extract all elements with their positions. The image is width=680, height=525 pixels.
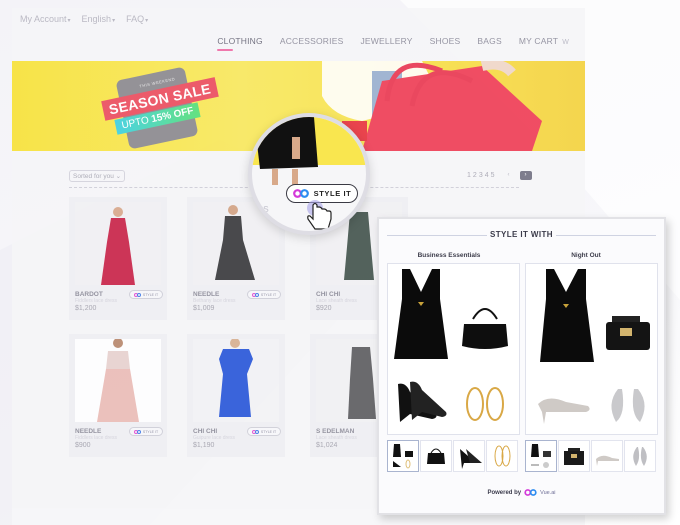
look-title: Business Essentials: [417, 252, 481, 259]
nav-accessories[interactable]: ACCESSORIES: [280, 36, 344, 46]
vue-logo-icon: [251, 292, 259, 297]
nav-jewellery[interactable]: JEWELLERY: [360, 36, 412, 46]
style-it-with-panel: STYLE IT WITH Business Essentials Night …: [377, 217, 666, 515]
studded-crossbody-bag-icon: [606, 316, 650, 350]
black-handbag-icon: [462, 308, 508, 349]
look-night-out[interactable]: [525, 263, 658, 435]
page-4[interactable]: 4: [485, 172, 489, 179]
product-name: CHI CHI: [193, 428, 218, 435]
language-menu[interactable]: English: [82, 14, 116, 24]
product-subtitle: Lace sheath dress: [316, 298, 357, 304]
style-it-button[interactable]: STYLE IT: [129, 290, 163, 299]
black-dress-icon: [394, 269, 448, 359]
my-account-menu[interactable]: My Account: [20, 14, 71, 24]
product-subtitle: Fiddlers lace dress: [75, 298, 117, 304]
product-card[interactable]: NEEDLE Fiddlers lace dress $900 STYLE IT: [69, 334, 167, 457]
product-price: $1,190: [193, 442, 215, 449]
black-pumps-icon: [398, 381, 447, 422]
page-3[interactable]: 3: [479, 172, 483, 179]
page-2[interactable]: 2: [473, 172, 477, 179]
thumb-studded-bag[interactable]: [558, 440, 590, 472]
style-it-label: STYLE IT: [260, 292, 277, 297]
product-price: $900: [75, 442, 91, 449]
product-image: [75, 339, 161, 422]
gold-hoop-earrings-icon: [466, 387, 504, 421]
glitter-heels-icon: [538, 398, 590, 424]
product-subtitle: Guipure lace dress: [193, 435, 235, 441]
product-name: CHI CHI: [316, 291, 341, 298]
look-collage: [394, 269, 508, 422]
pagination: 1 2 3 4 5 ‹ ›: [467, 171, 532, 180]
style-it-button[interactable]: STYLE IT: [247, 290, 281, 299]
faq-menu[interactable]: FAQ: [126, 14, 148, 24]
magnified-text: ress: [248, 203, 269, 215]
my-cart-label: MY CART: [518, 36, 559, 46]
page-1[interactable]: 1: [467, 172, 471, 179]
thumb-glitter-heels[interactable]: [591, 440, 623, 472]
style-it-label: STYLE IT: [142, 429, 159, 434]
thumb-black-pumps[interactable]: [453, 440, 485, 472]
vue-logo-icon: [133, 292, 141, 297]
crystal-wing-earrings-icon: [611, 389, 645, 422]
product-subtitle: Lace sheath dress: [316, 435, 357, 441]
nav-clothing[interactable]: CLOTHING: [217, 36, 263, 51]
product-image: [75, 202, 161, 285]
product-subtitle: Fiddlers lace dress: [75, 435, 117, 441]
prev-page-button[interactable]: ‹: [503, 171, 515, 180]
nav-bags[interactable]: BAGS: [477, 36, 501, 46]
product-name: S EDELMAN: [316, 428, 355, 435]
season-sale-badge: THIS WEEKEND SEASON SALE UPTO 15% OFF: [87, 65, 232, 151]
vue-logo-icon: [133, 429, 141, 434]
powered-by: Powered by Vue.ai: [379, 489, 664, 496]
style-it-label: STYLE IT: [142, 292, 159, 297]
powered-by-label: Powered by: [487, 489, 522, 496]
style-it-button[interactable]: STYLE IT: [129, 427, 163, 436]
style-it-label: STYLE IT: [313, 189, 352, 198]
product-price: $1,009: [193, 305, 215, 312]
main-nav: CLOTHING ACCESSORIES JEWELLERY SHOES BAG…: [217, 36, 569, 51]
thumb-crystal-earrings[interactable]: [624, 440, 656, 472]
magnifier-callout: ress STYLE IT: [248, 113, 370, 235]
hand-cursor-icon: [307, 200, 332, 230]
sort-dropdown[interactable]: Sorted for you: [69, 170, 126, 182]
nav-my-cart[interactable]: MY CART W: [519, 36, 569, 46]
vue-ai-brand-link[interactable]: Vue.ai: [540, 490, 555, 496]
product-card[interactable]: CHI CHI Guipure lace dress $1,190 STYLE …: [187, 334, 285, 457]
look-business-essentials[interactable]: [387, 263, 520, 435]
black-dress-icon: [540, 269, 594, 362]
product-price: $1,024: [316, 442, 338, 449]
nav-shoes[interactable]: SHOES: [430, 36, 461, 46]
red-dress-image: [75, 202, 161, 285]
product-subtitle: Bethany lace dress: [193, 298, 236, 304]
page-5[interactable]: 5: [491, 172, 495, 179]
thumb-look-night-out[interactable]: [525, 440, 557, 472]
thumb-look-business[interactable]: [387, 440, 419, 472]
vue-logo-icon: [292, 189, 309, 198]
top-bar: My Account English FAQ: [20, 14, 148, 24]
product-name: BARDOT: [75, 291, 103, 298]
vue-logo-icon: [524, 489, 537, 496]
vue-logo-icon: [251, 429, 259, 434]
style-it-label: STYLE IT: [260, 429, 277, 434]
look-title: Night Out: [571, 252, 601, 259]
style-it-button[interactable]: STYLE IT: [247, 427, 281, 436]
cart-icon: W: [562, 39, 569, 46]
thumb-black-handbag[interactable]: [420, 440, 452, 472]
product-name: NEEDLE: [193, 291, 220, 298]
product-price: $920: [316, 305, 332, 312]
product-price: $1,200: [75, 305, 97, 312]
blue-dress-image: [193, 339, 279, 422]
product-image: [193, 339, 279, 422]
thumb-gold-hoops[interactable]: [486, 440, 518, 472]
product-card[interactable]: BARDOT Fiddlers lace dress $1,200 STYLE …: [69, 197, 167, 320]
next-page-button[interactable]: ›: [519, 171, 532, 180]
look-collage: [538, 269, 650, 424]
pink-dress-image: [75, 339, 161, 422]
product-name: NEEDLE: [75, 428, 102, 435]
title-rule-right: [556, 235, 656, 236]
